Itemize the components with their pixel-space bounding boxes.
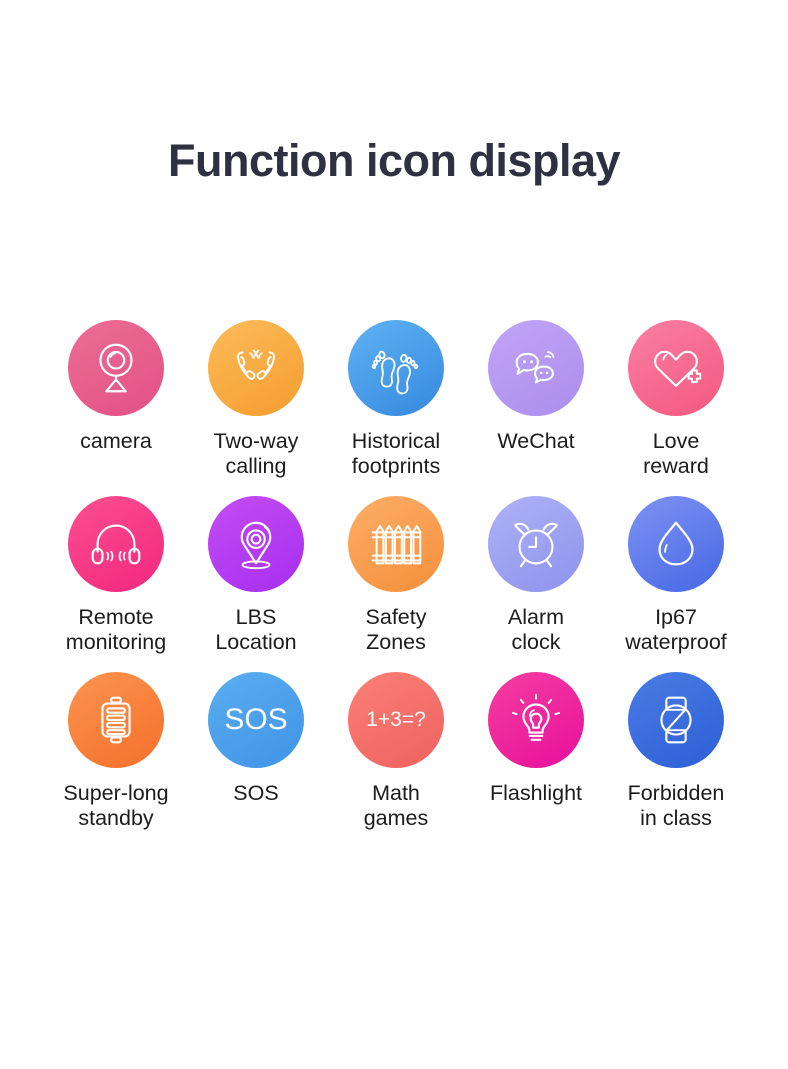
grid-item-label: Safety Zones <box>365 605 427 655</box>
webcam-icon <box>99 343 133 393</box>
grid-item-label: WeChat <box>497 429 575 453</box>
icon-grid-row: Remote monitoring LBS Location Safety Zo… <box>46 496 746 672</box>
battery-icon <box>101 696 131 744</box>
grid-item-label: Love reward <box>643 429 709 479</box>
light-bulb-icon <box>511 693 561 741</box>
grid-item-historical-footprints[interactable]: Historical footprints <box>326 320 466 479</box>
grid-item-label: Historical footprints <box>351 429 441 479</box>
flashlight-icon-circle[interactable] <box>488 672 584 768</box>
love-reward-icon-circle[interactable] <box>628 320 724 416</box>
grid-item-love-reward[interactable]: Love reward <box>606 320 746 479</box>
fence-icon <box>371 525 422 565</box>
grid-item-label: Remote monitoring <box>65 605 167 655</box>
safety-zones-icon-circle[interactable] <box>348 496 444 592</box>
grid-item-flashlight[interactable]: Flashlight <box>466 672 606 806</box>
grid-item-forbidden-in-class[interactable]: Forbidden in class <box>606 672 746 831</box>
headphones-icon <box>91 524 141 565</box>
camera-icon-circle[interactable] <box>68 320 164 416</box>
wechat-icon-circle[interactable] <box>488 320 584 416</box>
lbs-location-icon-circle[interactable] <box>208 496 304 592</box>
heart-plus-icon <box>654 350 702 387</box>
grid-item-remote-monitoring[interactable]: Remote monitoring <box>46 496 186 655</box>
icon-grid-row: camera Two-way calling Historical footpr… <box>46 320 746 496</box>
two-way-calling-icon-circle[interactable] <box>208 320 304 416</box>
icon-grid-row: Super-long standby SOS SOS 1+3=? Math ga… <box>46 672 746 848</box>
grid-item-label: Ip67 waterproof <box>625 605 727 655</box>
function-icon-display-page: Function icon display camera Two-way cal… <box>0 0 788 1069</box>
remote-monitoring-icon-circle[interactable] <box>68 496 164 592</box>
sos-text-icon: SOS <box>224 703 288 736</box>
grid-item-wechat[interactable]: WeChat <box>466 320 606 454</box>
grid-item-alarm-clock[interactable]: Alarm clock <box>466 496 606 655</box>
math-games-icon-circle[interactable]: 1+3=? <box>348 672 444 768</box>
grid-item-label: Math games <box>363 781 429 831</box>
grid-item-label: Alarm clock <box>507 605 565 655</box>
two-handsets-icon <box>237 349 275 380</box>
grid-item-label: Super-long standby <box>63 781 169 831</box>
map-pin-icon <box>240 521 272 570</box>
ip67-waterproof-icon-circle[interactable] <box>628 496 724 592</box>
grid-item-camera[interactable]: camera <box>46 320 186 454</box>
grid-item-safety-zones[interactable]: Safety Zones <box>326 496 466 655</box>
alarm-clock-icon-circle[interactable] <box>488 496 584 592</box>
grid-item-label: Two-way calling <box>213 429 299 479</box>
grid-item-sos[interactable]: SOS SOS <box>186 672 326 806</box>
math-text-icon: 1+3=? <box>366 708 426 731</box>
grid-item-label: camera <box>80 429 152 453</box>
footprints-icon <box>371 350 419 395</box>
grid-item-label: Flashlight <box>489 781 582 805</box>
water-drop-icon <box>658 521 694 566</box>
sos-icon-circle[interactable]: SOS <box>208 672 304 768</box>
grid-item-label: LBS Location <box>215 605 297 655</box>
alarm-clock-icon <box>514 522 558 568</box>
forbidden-in-class-icon-circle[interactable] <box>628 672 724 768</box>
page-title: Function icon display <box>167 135 621 186</box>
grid-item-label: Forbidden in class <box>627 781 725 831</box>
grid-item-ip67-waterproof[interactable]: Ip67 waterproof <box>606 496 746 655</box>
grid-item-label: SOS <box>233 781 279 805</box>
icon-grid: camera Two-way calling Historical footpr… <box>46 320 746 848</box>
grid-item-lbs-location[interactable]: LBS Location <box>186 496 326 655</box>
grid-item-math-games[interactable]: 1+3=? Math games <box>326 672 466 831</box>
grid-item-two-way-calling[interactable]: Two-way calling <box>186 320 326 479</box>
historical-footprints-icon-circle[interactable] <box>348 320 444 416</box>
watch-forbidden-icon <box>660 696 692 744</box>
super-long-standby-icon-circle[interactable] <box>68 672 164 768</box>
grid-item-super-long-standby[interactable]: Super-long standby <box>46 672 186 831</box>
chat-bubbles-icon <box>515 351 555 384</box>
